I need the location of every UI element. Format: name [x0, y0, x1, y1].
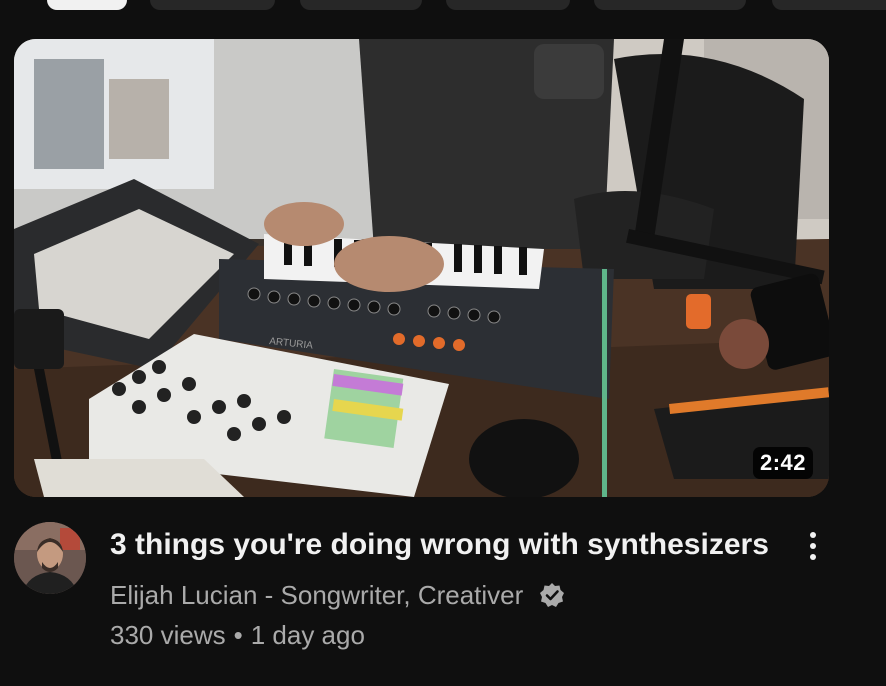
video-thumbnail[interactable]: ARTURIA 2:42	[14, 39, 829, 497]
video-title[interactable]: 3 things you're doing wrong with synthes…	[110, 525, 770, 565]
meta-separator: •	[233, 620, 243, 650]
upload-date: 1 day ago	[250, 620, 365, 650]
more-vertical-icon-dot	[810, 543, 816, 549]
more-actions-button[interactable]	[796, 526, 830, 566]
more-vertical-icon	[810, 532, 816, 538]
filter-chip[interactable]	[772, 0, 886, 10]
video-meta: 330 views • 1 day ago	[110, 618, 365, 652]
filter-chip-bar	[0, 0, 886, 10]
duration-badge: 2:42	[752, 447, 813, 479]
verified-badge-icon	[539, 582, 565, 608]
filter-chip[interactable]	[150, 0, 275, 10]
channel-avatar[interactable]	[14, 522, 86, 594]
filter-chip[interactable]	[300, 0, 422, 10]
channel-row: Elijah Lucian - Songwriter, Creativer	[110, 578, 565, 612]
thumbnail-image: ARTURIA	[14, 39, 829, 497]
filter-chip[interactable]	[47, 0, 127, 10]
more-vertical-icon-dot	[810, 554, 816, 560]
filter-chip[interactable]	[446, 0, 570, 10]
filter-chip[interactable]	[594, 0, 746, 10]
channel-name[interactable]: Elijah Lucian - Songwriter, Creativer	[110, 578, 523, 612]
view-count: 330 views	[110, 620, 226, 650]
avatar-image	[14, 522, 86, 594]
